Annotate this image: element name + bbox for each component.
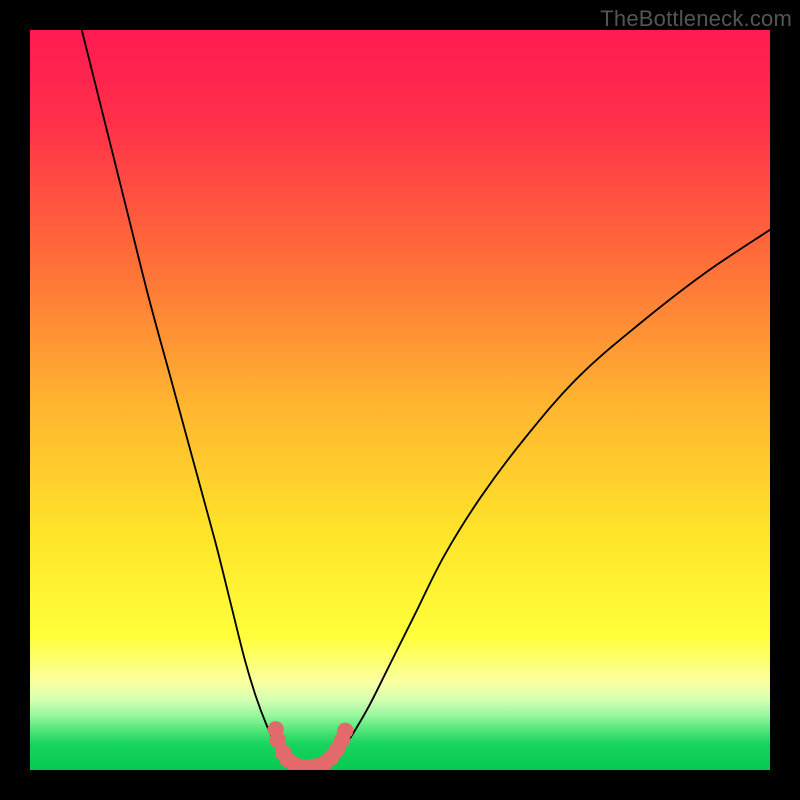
curve-left-branch	[82, 30, 285, 759]
trough-marker	[337, 723, 353, 739]
watermark-text: TheBottleneck.com	[600, 6, 792, 32]
curve-layer	[30, 30, 770, 770]
chart-frame: TheBottleneck.com	[0, 0, 800, 800]
trough-markers	[268, 721, 354, 770]
plot-area	[30, 30, 770, 770]
curve-right-branch	[333, 230, 770, 759]
